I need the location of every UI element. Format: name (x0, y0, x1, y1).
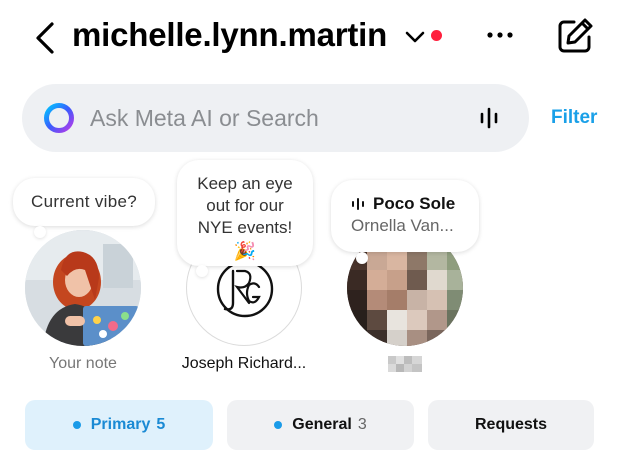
tab-requests[interactable]: Requests (428, 400, 594, 450)
unread-dot (72, 421, 81, 429)
your-note-avatar[interactable] (25, 230, 141, 346)
voice-icon[interactable] (477, 106, 501, 130)
note-text-line: out for our (206, 196, 284, 215)
tab-count: 3 (357, 416, 367, 433)
tab-label: Requests (474, 416, 548, 433)
note-bubble[interactable]: Keep an eye out for our NYE events! 🎉 (177, 160, 313, 266)
filter-button[interactable]: Filter (551, 107, 597, 129)
note-label: Your note (49, 355, 117, 372)
note-bubble[interactable]: Current vibe? (13, 178, 155, 226)
search-bar[interactable] (22, 84, 529, 152)
tab-primary[interactable]: Primary 5 (25, 400, 213, 450)
song-title: Poco Sole (373, 194, 456, 213)
note-text-line: Keep an eye (197, 174, 293, 193)
note-text: Current vibe? (31, 192, 137, 211)
audio-wave-icon (352, 198, 364, 210)
unread-dot (274, 421, 283, 429)
redacted-name (388, 356, 422, 372)
notification-dot (431, 30, 442, 41)
more-horizontal-icon[interactable] (485, 25, 515, 45)
music-title-row: Poco Sole (351, 194, 479, 214)
profile-photo (25, 230, 141, 346)
note-text-line: NYE events! (197, 218, 293, 237)
note-bubble-tail (356, 252, 368, 264)
note-bubble-tail (34, 226, 46, 238)
tab-general[interactable]: General 3 (227, 400, 414, 450)
tab-label: Primary (90, 416, 151, 433)
party-popper-emoji: 🎉 (233, 241, 257, 261)
compose-icon[interactable] (554, 15, 596, 57)
note-bubble-tail (196, 265, 208, 277)
account-username[interactable]: michelle.lynn.martin (72, 16, 387, 54)
header: michelle.lynn.martin (0, 0, 620, 80)
note-label: Joseph Richard... (181, 355, 307, 372)
music-note-bubble[interactable]: Poco Sole Ornella Van... (331, 180, 479, 252)
tab-count: 5 (156, 416, 166, 433)
search-input[interactable] (90, 102, 460, 134)
song-artist: Ornella Van... (351, 216, 454, 235)
chevron-down-icon[interactable] (402, 26, 428, 48)
back-arrow-icon[interactable] (28, 18, 62, 58)
tab-label: General (292, 416, 352, 433)
meta-ai-icon[interactable] (42, 101, 76, 135)
